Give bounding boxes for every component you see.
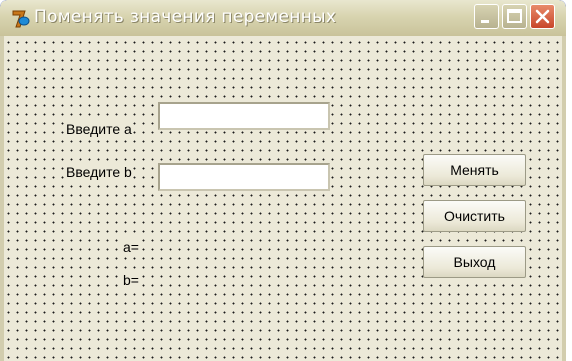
swap-button[interactable]: Менять (423, 154, 526, 186)
app-window: Поменять значения переменных Введите а В… (0, 0, 566, 361)
maximize-button[interactable] (502, 4, 527, 29)
input-b[interactable] (158, 163, 330, 191)
input-a[interactable] (158, 102, 330, 130)
window-frame-right (562, 36, 566, 361)
label-enter-a: Введите а (65, 121, 133, 138)
window-title: Поменять значения переменных (34, 7, 337, 27)
label-enter-b: Введите b (65, 164, 133, 181)
form-client-area: Введите а Введите b a= b= Менять Очистит… (4, 36, 562, 361)
close-button[interactable] (530, 4, 555, 29)
delphi-app-icon (12, 10, 30, 28)
exit-button[interactable]: Выход (423, 246, 526, 278)
maximize-icon (507, 9, 522, 23)
minimize-icon (481, 20, 489, 23)
result-b-label: b= (122, 272, 140, 289)
clear-button[interactable]: Очистить (423, 200, 526, 232)
close-icon (535, 9, 550, 24)
title-bar[interactable]: Поменять значения переменных (0, 0, 566, 36)
result-a-label: a= (122, 239, 140, 256)
minimize-button[interactable] (474, 4, 499, 29)
